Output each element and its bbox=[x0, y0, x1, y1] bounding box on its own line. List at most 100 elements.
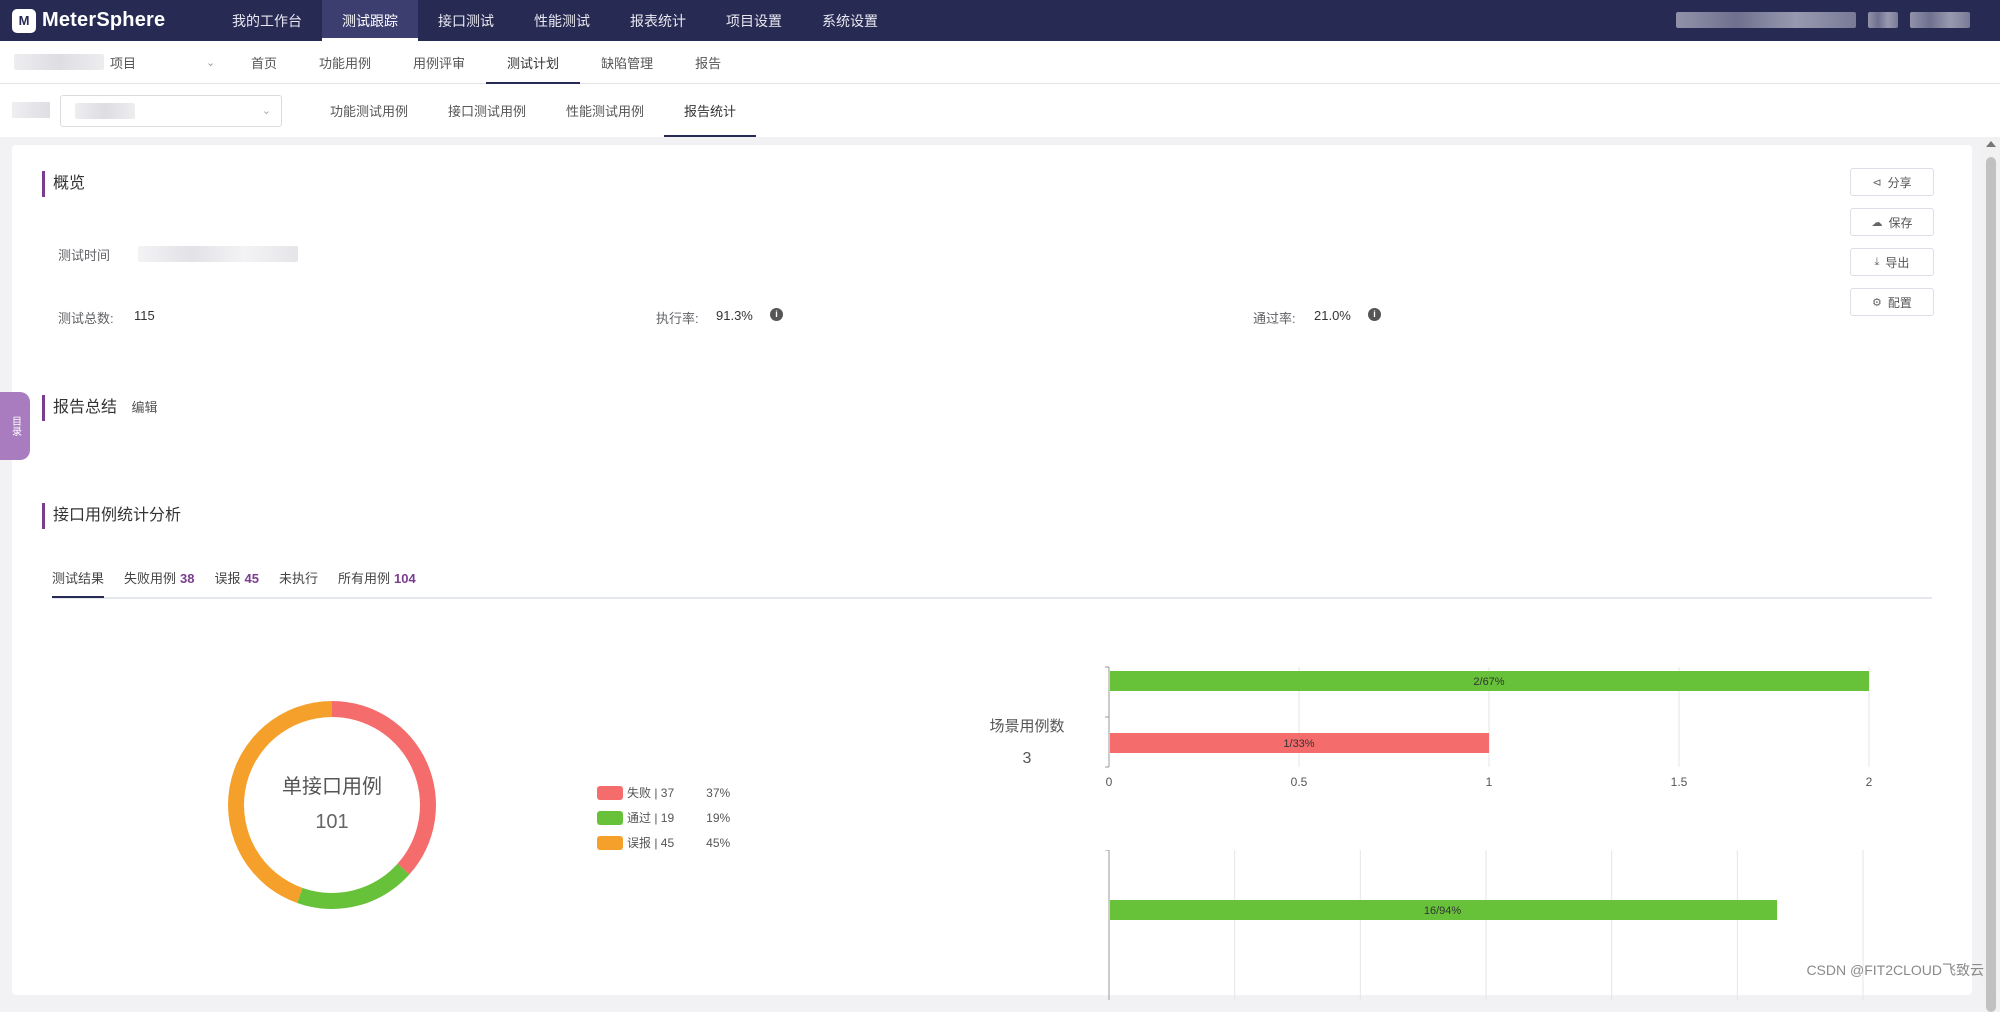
sub-nav: 项目 ⌄ 首页功能用例用例评审测试计划缺陷管理报告 bbox=[0, 41, 2000, 84]
share-label: 分享 bbox=[1888, 174, 1912, 191]
watermark: CSDN @FIT2CLOUD飞致云 bbox=[1806, 960, 1984, 980]
test-time-label: 测试时间 bbox=[58, 245, 110, 264]
plan-tab[interactable]: 报告统计 bbox=[664, 84, 756, 137]
pass-rate-label: 通过率: bbox=[1253, 308, 1296, 327]
exec-rate-label: 执行率: bbox=[656, 308, 699, 327]
sub-nav-item[interactable]: 缺陷管理 bbox=[580, 41, 674, 84]
user-area[interactable] bbox=[1676, 12, 1970, 28]
user-name-blurred[interactable] bbox=[1910, 12, 1970, 28]
bar-center-value: 3 bbox=[1023, 750, 1032, 767]
plan-tabs: 功能测试用例接口测试用例性能测试用例报告统计 bbox=[310, 84, 756, 137]
legend-percent: 37% bbox=[706, 786, 730, 800]
analysis-tab[interactable]: 失败用例38 bbox=[124, 568, 194, 598]
info-icon[interactable]: i bbox=[770, 308, 783, 321]
analysis-tab[interactable]: 测试结果 bbox=[52, 568, 104, 598]
plan-tab[interactable]: 接口测试用例 bbox=[428, 84, 546, 137]
scenario-bar-chart: 00.511.522/67%1/33% 场景用例数 3 bbox=[972, 645, 1892, 805]
sub-nav-item[interactable]: 测试计划 bbox=[486, 41, 580, 84]
chevron-down-icon: ⌄ bbox=[206, 56, 215, 69]
top-nav-item[interactable]: 系统设置 bbox=[802, 0, 898, 41]
plan-label-blurred bbox=[12, 102, 50, 118]
donut-slice-通过[interactable] bbox=[297, 864, 409, 909]
bar-title: 场景用例数 bbox=[989, 718, 1064, 735]
gear-icon: ⚙ bbox=[1872, 296, 1882, 309]
config-button[interactable]: ⚙配置 bbox=[1850, 288, 1934, 316]
legend-item[interactable]: 失败 | 37 37% bbox=[597, 780, 730, 805]
donut-title: 单接口用例 bbox=[282, 775, 382, 798]
page-scrollbar[interactable] bbox=[1982, 137, 2000, 990]
export-button[interactable]: ⤓ 导出 bbox=[1850, 248, 1934, 276]
donut-slice-误报[interactable] bbox=[228, 701, 332, 903]
sub-nav-item[interactable]: 用例评审 bbox=[392, 41, 486, 84]
save-icon: ☁ bbox=[1871, 216, 1882, 229]
top-nav-item[interactable]: 测试跟踪 bbox=[322, 0, 418, 41]
legend-label: 失败 | 37 bbox=[627, 784, 674, 801]
analysis-tab-label: 所有用例 bbox=[338, 571, 390, 586]
download-icon: ⤓ bbox=[1875, 256, 1880, 269]
save-button[interactable]: ☁ 保存 bbox=[1850, 208, 1934, 236]
app-logo[interactable]: M MeterSphere bbox=[12, 9, 212, 33]
top-nav-item[interactable]: 报表统计 bbox=[610, 0, 706, 41]
analysis-tab-label: 失败用例 bbox=[124, 571, 176, 586]
user-info-blurred[interactable] bbox=[1676, 12, 1856, 28]
legend-swatch bbox=[597, 836, 623, 850]
bar-data-label: 16/94% bbox=[1424, 905, 1462, 917]
x-tick-label: 0.5 bbox=[1291, 775, 1308, 789]
legend-item[interactable]: 通过 | 1919% bbox=[597, 805, 730, 830]
save-label: 保存 bbox=[1888, 214, 1912, 231]
analysis-title: 接口用例统计分析 bbox=[42, 503, 181, 529]
top-menu: 我的工作台测试跟踪接口测试性能测试报表统计项目设置系统设置 bbox=[212, 0, 898, 41]
sub-nav-item[interactable]: 首页 bbox=[230, 41, 298, 84]
legend-percent: 19% bbox=[706, 811, 730, 825]
sub-nav-item[interactable]: 功能用例 bbox=[298, 41, 392, 84]
top-nav: M MeterSphere 我的工作台测试跟踪接口测试性能测试报表统计项目设置系… bbox=[0, 0, 2000, 41]
scroll-thumb[interactable] bbox=[1986, 157, 1996, 1012]
logo-icon: M bbox=[12, 9, 36, 33]
case-donut-chart: 单接口用例 101 bbox=[212, 685, 452, 925]
legend-item[interactable]: 误报 | 45 45% bbox=[597, 830, 730, 855]
top-nav-item[interactable]: 性能测试 bbox=[514, 0, 610, 41]
summary-title-text: 报告总结 bbox=[53, 399, 117, 416]
legend-percent: 45% bbox=[706, 836, 730, 850]
export-label: 导出 bbox=[1885, 254, 1909, 271]
analysis-tab-label: 误报 bbox=[215, 571, 241, 586]
legend-swatch bbox=[597, 811, 623, 825]
share-button[interactable]: ⊲ 分享 bbox=[1850, 168, 1934, 196]
summary-title: 报告总结 编辑 bbox=[42, 395, 157, 421]
chevron-down-icon: ⌄ bbox=[262, 104, 271, 117]
directory-drawer-tab[interactable]: 目录 bbox=[0, 392, 30, 460]
plan-tab[interactable]: 功能测试用例 bbox=[310, 84, 428, 137]
info-icon[interactable]: i bbox=[1368, 308, 1381, 321]
top-nav-item[interactable]: 项目设置 bbox=[706, 0, 802, 41]
legend-label: 误报 | 45 bbox=[627, 834, 674, 851]
test-time-blurred bbox=[138, 246, 298, 262]
x-tick-label: 0 bbox=[1106, 775, 1113, 789]
analysis-tab[interactable]: 未执行 bbox=[279, 568, 318, 598]
plan-tab[interactable]: 性能测试用例 bbox=[546, 84, 664, 137]
x-tick-label: 1.5 bbox=[1671, 775, 1688, 789]
plan-tab-bar: ⌄ 功能测试用例接口测试用例性能测试用例报告统计 bbox=[0, 84, 2000, 137]
total-value: 115 bbox=[134, 308, 155, 323]
bar-data-label: 2/67% bbox=[1473, 676, 1504, 688]
pass-rate-value: 21.0% bbox=[1314, 308, 1351, 323]
analysis-tab-label: 测试结果 bbox=[52, 571, 104, 586]
analysis-tab[interactable]: 误报45 bbox=[215, 568, 259, 598]
analysis-tab-label: 未执行 bbox=[279, 571, 318, 586]
summary-edit-link[interactable]: 编辑 bbox=[131, 400, 157, 415]
plan-select[interactable]: ⌄ bbox=[60, 95, 282, 127]
top-nav-item[interactable]: 我的工作台 bbox=[212, 0, 322, 41]
total-label: 测试总数: bbox=[58, 308, 114, 327]
x-tick-label: 2 bbox=[1866, 775, 1873, 789]
scroll-up-icon[interactable] bbox=[1986, 141, 1996, 147]
top-nav-item[interactable]: 接口测试 bbox=[418, 0, 514, 41]
overview-title: 概览 bbox=[42, 171, 85, 197]
app-name: MeterSphere bbox=[42, 9, 165, 32]
share-icon: ⊲ bbox=[1872, 176, 1881, 189]
donut-legend: 失败 | 37 37% 通过 | 1919% 误报 | 45 45% bbox=[597, 780, 730, 855]
sub-nav-item[interactable]: 报告 bbox=[674, 41, 742, 84]
lang-blurred[interactable] bbox=[1868, 12, 1898, 28]
donut-center-value: 101 bbox=[315, 811, 348, 833]
plan-name-blurred bbox=[75, 103, 135, 119]
project-selector[interactable]: 项目 ⌄ bbox=[0, 53, 230, 72]
analysis-tab[interactable]: 所有用例104 bbox=[338, 568, 416, 598]
